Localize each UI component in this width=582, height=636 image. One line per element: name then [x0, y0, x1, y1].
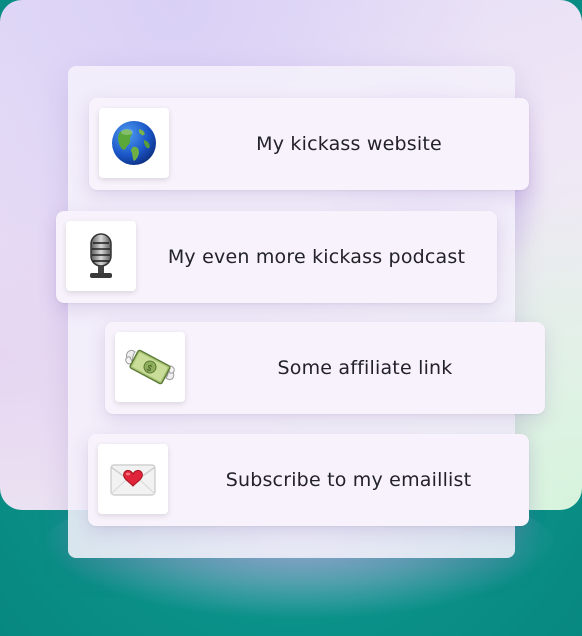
money-with-wings-icon: $ [123, 344, 177, 390]
link-label: My kickass website [256, 133, 442, 155]
link-thumbnail [66, 221, 136, 291]
link-label: My even more kickass podcast [167, 246, 466, 268]
link-card-affiliate[interactable]: $ Some affiliate link [105, 322, 545, 414]
link-thumbnail [98, 444, 168, 514]
link-label: Subscribe to my emaillist [225, 469, 472, 491]
link-thumbnail [99, 108, 169, 178]
link-card-website[interactable]: My kickass website [89, 98, 529, 190]
link-card-email[interactable]: Subscribe to my emaillist [88, 434, 529, 526]
link-label: Some affiliate link [277, 357, 453, 379]
envelope-with-heart-icon [108, 459, 158, 499]
link-thumbnail: $ [115, 332, 185, 402]
globe-icon [111, 120, 157, 166]
link-card-podcast[interactable]: My even more kickass podcast [56, 211, 497, 303]
microphone-icon [81, 231, 121, 281]
